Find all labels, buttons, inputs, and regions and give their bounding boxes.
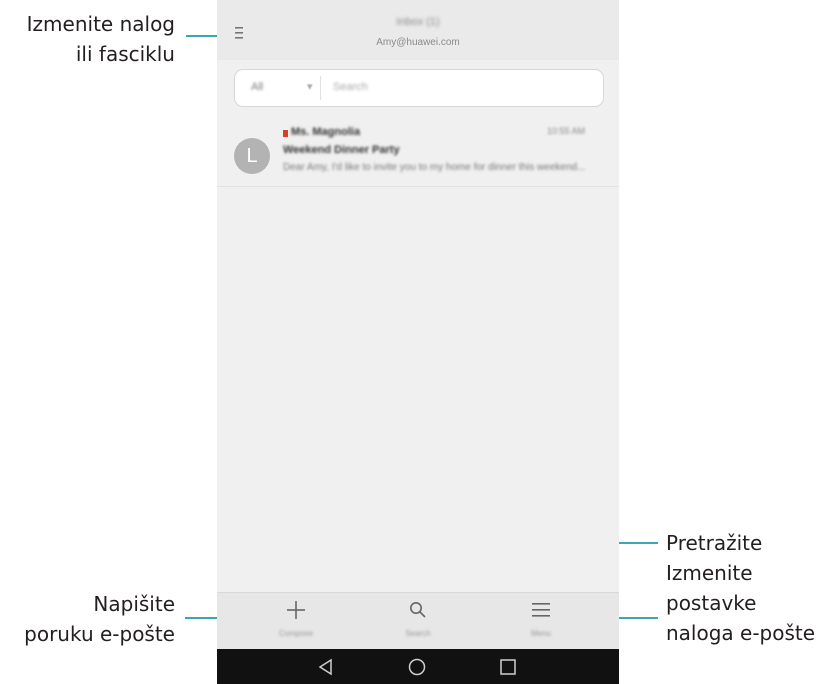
callout-line: Napišite (93, 592, 175, 616)
callout-line: Pretražite (666, 531, 763, 555)
search-box[interactable]: All ▾ Search (234, 69, 604, 107)
plus-icon[interactable] (285, 599, 307, 621)
system-nav-bar (217, 649, 619, 684)
account-email: Amy@huawei.com (376, 37, 460, 48)
bottom-toolbar: Compose Search Menu (217, 592, 619, 649)
search-label: Search (405, 629, 431, 638)
callout-line: postavke (666, 591, 757, 615)
phone-screen: Inbox (1) Amy@huawei.com All ▾ Search L … (217, 0, 619, 684)
recent-apps-icon[interactable] (499, 658, 517, 676)
avatar: L (234, 138, 270, 174)
callout-write-email: Napišite poruku e-pošte (0, 589, 175, 649)
callout-change-account: Izmenite nalog ili fasciklu (0, 9, 175, 69)
home-icon[interactable] (408, 658, 426, 676)
folder-title[interactable]: Inbox (1) (217, 16, 619, 28)
message-sender: Ms. Magnolia (291, 126, 361, 138)
search-input[interactable]: Search (333, 81, 368, 93)
callout-line: Izmenite nalog (26, 12, 175, 36)
menu-label: Menu (530, 629, 551, 638)
callout-line: poruku e-pošte (24, 622, 175, 646)
hamburger-menu-icon[interactable] (530, 599, 552, 621)
callout-line: naloga e-pošte (666, 621, 816, 645)
search-icon[interactable] (407, 599, 429, 621)
callout-line: Izmenite (666, 561, 753, 585)
back-icon[interactable] (317, 658, 335, 676)
priority-flag-icon (283, 130, 288, 137)
callout-search-settings: Pretražite Izmenite postavke naloga e-po… (666, 528, 835, 648)
list-item[interactable]: L Ms. Magnolia 10:55 AM Weekend Dinner P… (217, 114, 619, 187)
compose-label: Compose (278, 629, 314, 638)
message-date: 10:55 AM (547, 126, 586, 136)
message-preview: Dear Amy, I'd like to invite you to my h… (283, 162, 586, 173)
divider (320, 76, 321, 100)
message-subject: Weekend Dinner Party (283, 144, 400, 156)
chevron-down-icon[interactable]: ▾ (307, 80, 313, 93)
callout-line: ili fasciklu (75, 42, 175, 66)
title-bar: Inbox (1) Amy@huawei.com (217, 0, 619, 60)
filter-select[interactable]: All (251, 81, 263, 93)
